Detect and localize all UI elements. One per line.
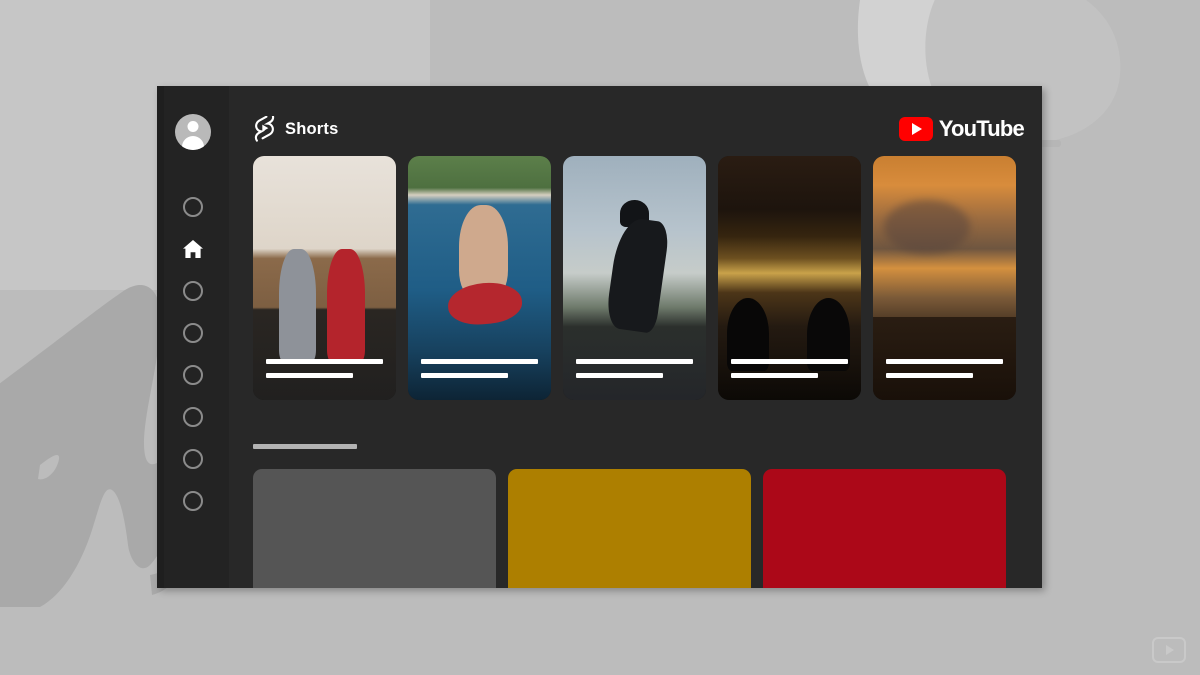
short-meta [563,359,706,400]
title-placeholder-bar [731,359,848,364]
sidebar [157,86,229,588]
placeholder-circle-icon [183,281,203,301]
short-card[interactable] [873,156,1016,400]
slide-canvas: Shorts YouTube [0,0,1200,675]
short-meta [718,359,861,400]
subtitle-placeholder-bar [421,373,508,378]
youtube-app-window: Shorts YouTube [157,86,1042,588]
subtitle-placeholder-bar [576,373,663,378]
sidebar-item-7[interactable] [176,486,210,516]
subtitle-placeholder-bar [886,373,973,378]
youtube-play-watermark-icon [1152,637,1186,663]
main-content: Shorts YouTube [229,86,1042,588]
red-card[interactable] [763,469,1006,588]
placeholder-circle-icon [183,491,203,511]
short-card[interactable] [718,156,861,400]
sidebar-item-3[interactable] [176,318,210,348]
gray-card[interactable] [253,469,496,588]
placeholder-circle-icon [183,323,203,343]
placeholder-circle-icon [183,197,203,217]
short-meta [873,359,1016,400]
placeholder-circle-icon [183,449,203,469]
short-meta [253,359,396,400]
avatar[interactable] [175,114,211,150]
short-card[interactable] [563,156,706,400]
sidebar-item-5[interactable] [176,402,210,432]
short-card[interactable] [253,156,396,400]
title-placeholder-bar [421,359,538,364]
short-card[interactable] [408,156,551,400]
sidebar-item-4[interactable] [176,360,210,390]
subtitle-placeholder-bar [731,373,818,378]
shorts-shelf [229,146,1042,400]
sidebar-item-home[interactable] [176,234,210,264]
shorts-label: Shorts [285,119,339,138]
shorts-brand[interactable]: Shorts [253,116,338,142]
title-placeholder-bar [266,359,383,364]
subtitle-placeholder-bar [266,373,353,378]
youtube-shorts-icon [254,116,275,142]
home-icon [183,240,203,258]
gold-card[interactable] [508,469,751,588]
placeholder-circle-icon [183,365,203,385]
sidebar-item-0[interactable] [176,192,210,222]
title-placeholder-bar [886,359,1003,364]
sidebar-nav-list [157,192,229,516]
main-header: Shorts YouTube [229,112,1042,146]
short-meta [408,359,551,400]
youtube-logo-text: YouTube [938,116,1025,141]
sidebar-item-2[interactable] [176,276,210,306]
content-card-row [229,449,1042,588]
placeholder-circle-icon [183,407,203,427]
title-placeholder-bar [576,359,693,364]
sidebar-item-6[interactable] [176,444,210,474]
youtube-play-icon [898,117,933,141]
youtube-logo[interactable]: YouTube [898,116,1025,142]
